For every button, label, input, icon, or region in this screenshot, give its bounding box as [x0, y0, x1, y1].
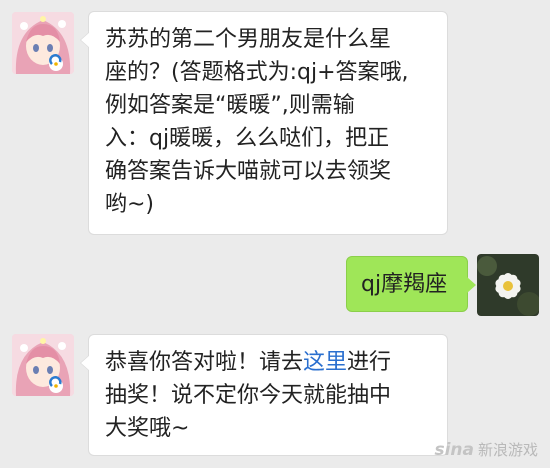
lottery-link[interactable]: 这里 — [303, 350, 347, 375]
message-line: 例如答案是“暖暖”,则需输 — [105, 93, 355, 118]
message-line: 苏苏的第二个男朋友是什么星 — [105, 27, 392, 52]
received-message-1[interactable]: 苏苏的第二个男朋友是什么星 座的？(答题格式为:qj+答案哦, 例如答案是“暖暖… — [80, 11, 448, 235]
sent-message[interactable]: qj摩羯座 — [346, 256, 476, 312]
anime-girl-avatar-icon — [12, 334, 74, 396]
received-message-2[interactable]: 恭喜你答对啦！请去这里进行 抽奖！说不定你今天就能抽中 大奖哦~ — [80, 334, 448, 456]
watermark: sina 新浪游戏 — [434, 439, 538, 460]
message-line: 确答案告诉大喵就可以去领奖 — [105, 159, 392, 184]
bot-avatar[interactable] — [12, 334, 74, 396]
message-line: 入：qj暖暖，么么哒们，把正 — [105, 126, 390, 151]
sina-logo: sina — [434, 439, 474, 460]
message-line: 座的？(答题格式为:qj+答案哦, — [105, 60, 409, 85]
bot-avatar[interactable] — [12, 12, 74, 74]
user-avatar[interactable] — [477, 254, 539, 316]
white-flower-avatar-icon — [477, 254, 539, 316]
message-text: 进行 — [347, 350, 392, 375]
message-text: qj摩羯座 — [361, 272, 448, 297]
message-line: 恭喜你答对啦！请去这里进行 — [105, 346, 447, 379]
message-line: 抽奖！说不定你今天就能抽中 — [105, 383, 392, 408]
watermark-text: 新浪游戏 — [477, 441, 538, 459]
message-line: 哟~) — [105, 192, 155, 217]
anime-girl-avatar-icon — [12, 12, 74, 74]
message-line: 大奖哦~ — [105, 416, 190, 441]
message-text: 恭喜你答对啦！请去 — [105, 350, 304, 375]
